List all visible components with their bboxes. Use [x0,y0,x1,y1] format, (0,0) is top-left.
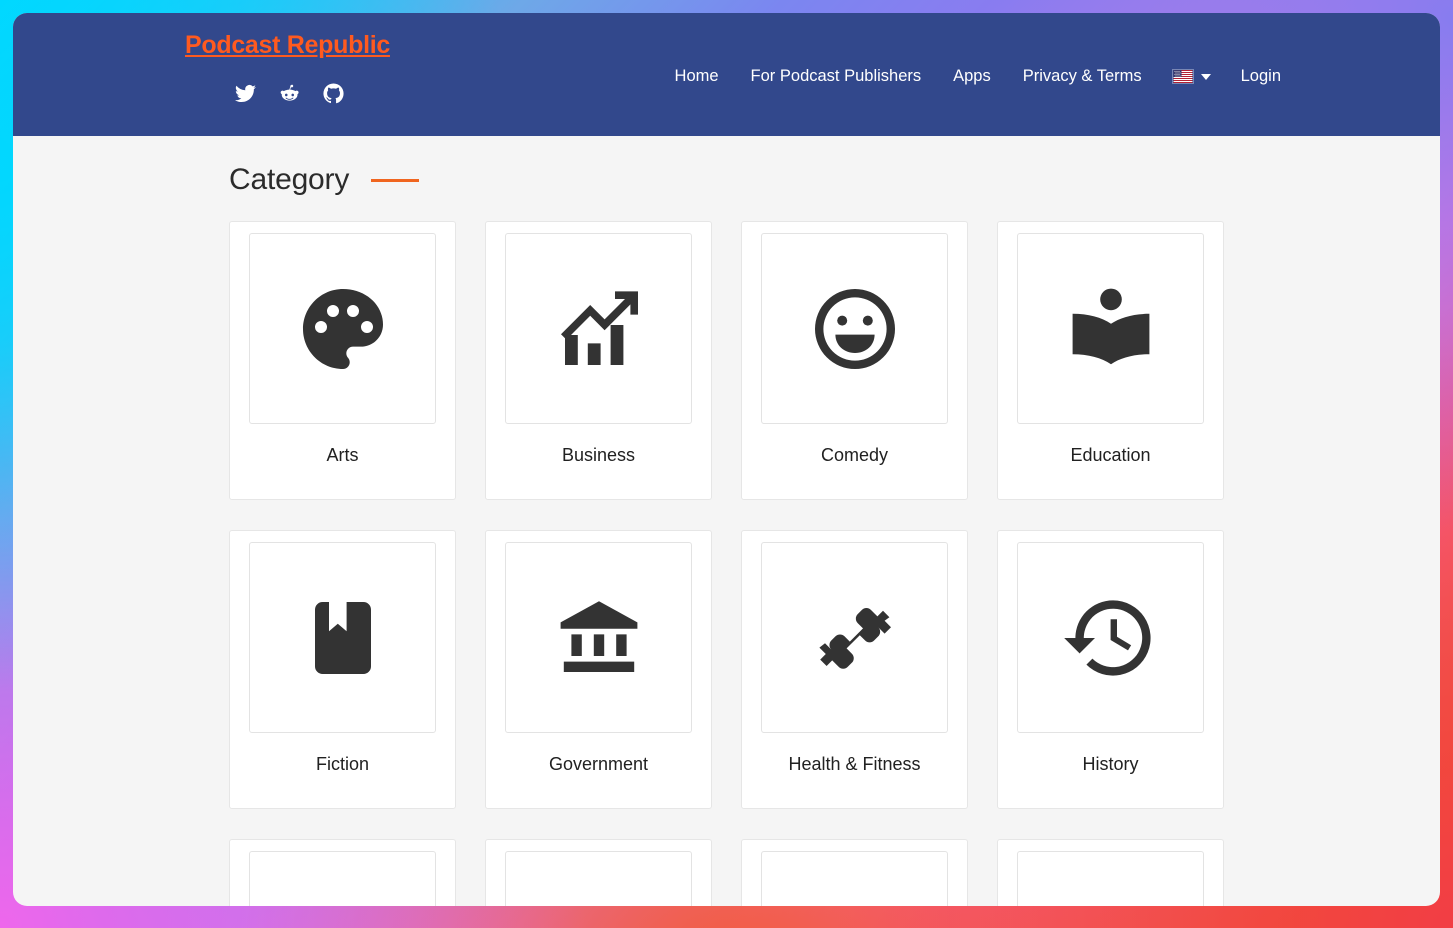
nav-item-privacy-terms[interactable]: Privacy & Terms [1007,61,1158,92]
twitter-link[interactable] [235,83,256,104]
category-icon-box [1017,542,1204,733]
category-icon-box [249,542,436,733]
language-selector[interactable] [1158,63,1225,90]
social-links [235,83,344,104]
category-label: Comedy [820,445,889,465]
category-card-health-fitness[interactable]: Health & Fitness [741,530,968,809]
newspaper-icon [1063,899,1159,907]
category-card-history[interactable]: History [997,530,1224,809]
site-navbar: Podcast Republic Home For Podcast Publis… [13,13,1440,136]
category-icon-box [1017,851,1204,906]
brand-logo[interactable]: Podcast Republic [185,31,390,60]
nav-item-for-podcast-publishers[interactable]: For Podcast Publishers [735,61,938,92]
title-accent-rule [371,178,420,182]
category-label: Government [548,754,649,774]
category-icon-box [761,233,948,424]
github-icon [323,83,344,104]
category-card-arts[interactable]: Arts [229,221,456,500]
main-navigation: Home For Podcast Publishers Apps Privacy… [659,61,1297,92]
category-icon-box [249,233,436,424]
bookmark-book-icon [314,601,371,674]
category-icon-box [505,233,692,424]
category-icon-box [505,542,692,733]
reddit-link[interactable] [279,83,300,104]
category-card-music[interactable]: Music [741,839,968,906]
category-label: Fiction [315,754,369,774]
reddit-icon [280,84,299,101]
page-container: Podcast Republic Home For Podcast Publis… [13,13,1440,906]
category-card-government[interactable]: Government [485,530,712,809]
category-card-fiction[interactable]: Fiction [229,530,456,809]
category-label: Health & Fitness [788,754,921,774]
category-card-kids-family[interactable]: Kids & Family [229,839,456,906]
twitter-icon [235,84,256,103]
page-content: Category Arts Business Comedy Education … [13,163,1440,906]
category-card-education[interactable]: Education [997,221,1224,500]
category-grid: Arts Business Comedy Education Fiction G… [229,221,1440,906]
chevron-down-icon [1200,73,1211,80]
github-link[interactable] [323,83,344,104]
category-icon-box [761,542,948,733]
palette-icon [302,288,383,369]
category-icon-box [505,851,692,906]
gradient-backdrop: Podcast Republic Home For Podcast Publis… [0,0,1453,928]
category-label: History [1082,754,1139,774]
category-label: Business [561,445,636,465]
category-card-comedy[interactable]: Comedy [741,221,968,500]
open-book-person-icon [1072,288,1149,364]
nav-item-home[interactable]: Home [659,61,735,92]
nav-item-apps[interactable]: Apps [937,61,1007,92]
category-card-news[interactable]: News [997,839,1224,906]
category-icon-box [761,851,948,906]
category-icon-box [249,851,436,906]
people-group-icon [295,899,391,907]
us-flag-icon [1171,69,1194,84]
umbrella-icon [551,899,647,907]
bar-chart-trend-icon [560,290,638,365]
classical-building-icon [560,600,637,672]
clock-history-icon [1063,599,1151,676]
music-note-icon [807,899,903,907]
category-card-leisure[interactable]: Leisure [485,839,712,906]
page-title: Category [229,163,350,196]
category-label: Arts [326,445,359,465]
category-label: Education [1070,445,1151,465]
category-section-header: Category [229,163,1440,197]
smiley-face-icon [814,288,895,369]
dumbbell-icon [818,607,891,669]
category-icon-box [1017,233,1204,424]
category-card-business[interactable]: Business [485,221,712,500]
login-link[interactable]: Login [1225,61,1297,92]
